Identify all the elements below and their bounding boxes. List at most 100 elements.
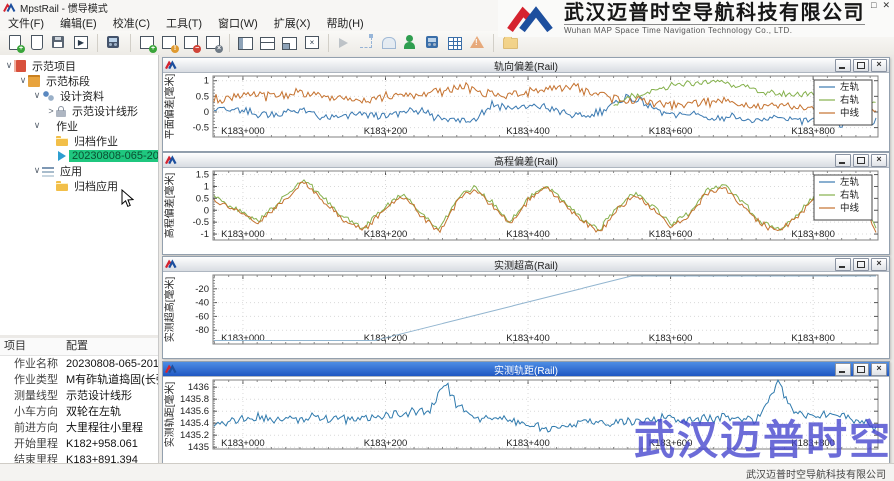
chart-window-titlebar[interactable]: 高程偏差(Rail) × <box>163 153 889 168</box>
main-area: ∨ 示范项目 ∨ 示范标段 ∨ 设计资料 > 示范设计线形 ∨ 作业 归档作业 20230808-06… <box>0 55 894 466</box>
alert-icon[interactable] <box>468 34 486 52</box>
svg-text:1.5: 1.5 <box>196 170 209 181</box>
close-icon[interactable]: ✕ <box>882 1 890 10</box>
train-icon[interactable] <box>424 34 442 52</box>
tree-item-作业[interactable]: ∨ 作业 <box>0 118 158 133</box>
record-remove-icon[interactable]: − <box>182 34 201 53</box>
tree-expander-icon[interactable]: > <box>46 106 56 116</box>
toolbar-separator <box>97 34 98 52</box>
maximize-icon[interactable] <box>853 59 869 72</box>
chart-window-title: 轨向偏差(Rail) <box>494 61 558 73</box>
svg-text:-80: -80 <box>195 325 209 336</box>
svg-text:高程偏差[毫米]: 高程偏差[毫米] <box>163 173 176 239</box>
company-logo-icon <box>507 5 553 32</box>
company-name-cn: 武汉迈普时空导航科技有限公司 <box>564 2 865 24</box>
minimize-icon[interactable] <box>835 258 851 271</box>
menu-item[interactable]: 工具(T) <box>158 14 210 32</box>
svg-text:1435.2: 1435.2 <box>180 430 209 441</box>
data-grid-icon[interactable] <box>446 34 464 52</box>
export-icon[interactable]: ▶ <box>72 34 90 52</box>
menu-item[interactable]: 帮助(H) <box>318 14 371 32</box>
maximize-icon[interactable] <box>853 363 869 376</box>
layout-icon[interactable] <box>281 34 299 52</box>
tree-expander-icon[interactable]: ∨ <box>18 75 28 86</box>
chart-legend: 左轨右轨中线 <box>813 79 873 126</box>
chart-window-icon <box>165 259 177 269</box>
play-icon <box>42 120 58 131</box>
chart-window-titlebar[interactable]: 轨向偏差(Rail) × <box>163 58 889 73</box>
station-icon[interactable] <box>380 34 398 52</box>
record-clear-icon[interactable]: × <box>204 34 223 53</box>
record-pending-icon[interactable]: ! <box>160 34 179 53</box>
tree-item-label: 应用 <box>60 165 82 178</box>
chart-window: 轨向偏差(Rail) × 1 0.5 0 -0.5 K183+000 K183+200 K183… <box>162 57 890 152</box>
mdi-area: 轨向偏差(Rail) × 1 0.5 0 -0.5 K183+000 K183+200 K183… <box>159 55 894 464</box>
tree-item-应用[interactable]: ∨ 应用 <box>0 163 158 178</box>
close-icon[interactable]: × <box>871 154 887 167</box>
tree-expander-icon[interactable]: ∨ <box>32 165 42 176</box>
svg-text:右轨: 右轨 <box>840 94 860 106</box>
tree-expander-icon[interactable]: ∨ <box>32 120 42 131</box>
svg-text:中线: 中线 <box>840 202 860 214</box>
section-icon <box>28 74 40 87</box>
maximize-icon[interactable]: □ <box>871 1 876 10</box>
chart-window-title: 实测超高(Rail) <box>494 260 558 272</box>
property-row: 前进方向 大里程往小里程 <box>0 420 158 436</box>
tree-item-示范项目[interactable]: ∨ 示范项目 <box>0 58 158 73</box>
menu-item[interactable]: 校准(C) <box>105 14 158 32</box>
tree-item-设计资料[interactable]: ∨ 设计资料 <box>0 88 158 103</box>
tree-expander-icon[interactable]: ∨ <box>32 90 42 101</box>
chart-window-titlebar[interactable]: 实测超高(Rail) × <box>163 257 889 272</box>
save-icon[interactable] <box>50 34 68 52</box>
close-icon[interactable]: × <box>871 59 887 72</box>
tree-item-示范标段[interactable]: ∨ 示范标段 <box>0 73 158 88</box>
new-job-icon[interactable]: + <box>6 34 25 53</box>
svg-text:1435.8: 1435.8 <box>180 394 209 405</box>
menu-item[interactable]: 文件(F) <box>0 14 52 32</box>
project-tree: ∨ 示范项目 ∨ 示范标段 ∨ 设计资料 > 示范设计线形 ∨ 作业 归档作业 20230808-06… <box>0 55 158 338</box>
close-icon[interactable]: × <box>871 258 887 271</box>
route-icon[interactable] <box>358 34 376 52</box>
tree-item-label: 示范设计线形 <box>72 105 138 118</box>
tree-item-label: 设计资料 <box>60 90 104 103</box>
close-icon[interactable]: × <box>871 363 887 376</box>
maximize-icon[interactable] <box>853 258 869 271</box>
chart-window-icon <box>165 60 177 70</box>
operator-icon[interactable] <box>402 34 420 52</box>
status-company-text: 武汉迈普时空导航科技有限公司 <box>746 470 886 481</box>
tree-expander-icon[interactable]: ∨ <box>4 60 14 71</box>
record-add-icon[interactable]: + <box>138 34 157 53</box>
menu-item[interactable]: 扩展(X) <box>266 14 319 32</box>
svg-text:1436: 1436 <box>188 382 209 393</box>
chart-window-icon <box>165 364 177 374</box>
property-label: 前进方向 <box>14 422 58 434</box>
window-controls: □ ✕ <box>871 1 890 10</box>
close-pane-icon[interactable]: × <box>303 34 321 52</box>
menu-item[interactable]: 窗口(W) <box>210 14 266 32</box>
minimize-icon[interactable] <box>835 154 851 167</box>
app-window: MpstRail - 惯导模式 □ ✕ 文件(F) 编辑(E) 校准(C) 工具(T)… <box>0 0 894 481</box>
maximize-icon[interactable] <box>853 154 869 167</box>
svg-text:0: 0 <box>204 107 209 118</box>
tree-item-归档应用[interactable]: 归档应用 <box>0 178 158 193</box>
minimize-icon[interactable] <box>835 363 851 376</box>
tree-item-label: 示范标段 <box>46 75 90 88</box>
menu-item[interactable]: 编辑(E) <box>52 14 105 32</box>
minimize-icon[interactable] <box>835 59 851 72</box>
app-logo-icon <box>3 2 16 12</box>
tree-item-示范设计线形[interactable]: > 示范设计线形 <box>0 103 158 118</box>
chart-plot[interactable]: -20 -40 -60 -80 K183+000 K183+200 K183+400 K183… <box>163 272 889 357</box>
tree-item-归档作业[interactable]: 归档作业 <box>0 133 158 148</box>
railcar-icon[interactable] <box>105 34 123 52</box>
chart-window-titlebar[interactable]: 实测轨距(Rail) × <box>163 362 889 377</box>
chart-plot[interactable]: 1.5 1 0.5 0 -0.5 -1 K183+000 K183+200 K183+400 K1… <box>163 168 889 253</box>
split-horizontal-icon[interactable] <box>259 34 277 52</box>
chart-plot[interactable]: 1 0.5 0 -0.5 K183+000 K183+200 K183+400 K183+60… <box>163 73 889 150</box>
open-job-icon[interactable] <box>28 34 46 52</box>
toolbar-separator <box>130 34 131 52</box>
tree-item-20230808-065-201D-01[interactable]: 20230808-065-201D-01 <box>0 148 158 163</box>
panel-left-icon[interactable] <box>237 34 255 52</box>
property-label: 测量线型 <box>14 390 58 402</box>
design-icon <box>42 89 54 102</box>
step-run-icon[interactable] <box>336 34 354 52</box>
